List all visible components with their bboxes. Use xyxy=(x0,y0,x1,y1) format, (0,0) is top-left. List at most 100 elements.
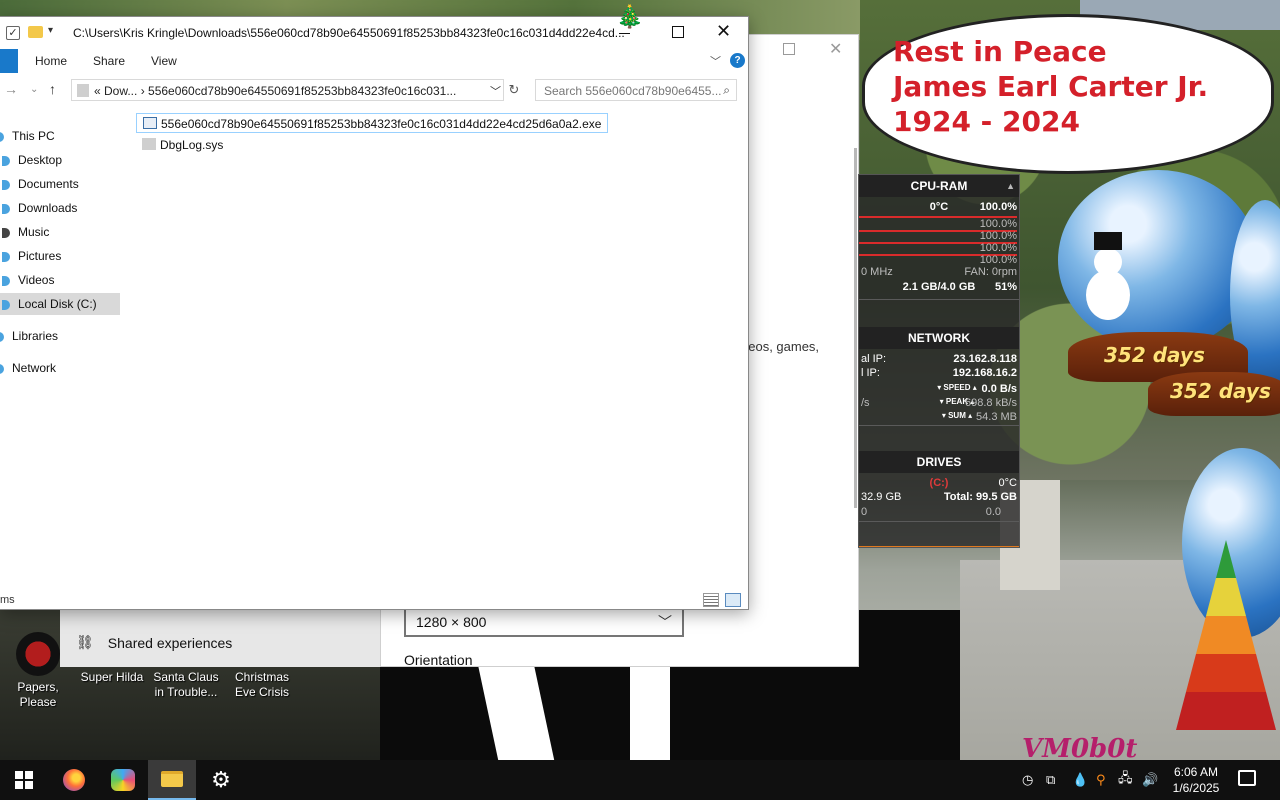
drive-io-read: 0 xyxy=(861,506,868,518)
volume-tray[interactable]: 🔊 xyxy=(1142,760,1160,800)
desktop-icon-super-hilda[interactable]: Super Hilda xyxy=(76,670,148,685)
taskbar-file-explorer[interactable] xyxy=(148,760,196,800)
sidebar-item-documents[interactable]: Documents xyxy=(0,173,120,195)
nav-shared-experiences[interactable]: ⛓ Shared experiences xyxy=(76,634,232,651)
downloads-icon xyxy=(2,203,10,214)
chevron-down-icon: ﹀ xyxy=(658,614,672,630)
desktop-icon-santa-claus[interactable]: Santa Claus in Trouble... xyxy=(150,670,222,700)
speaker-icon: 🔊 xyxy=(1142,772,1159,787)
close-icon[interactable]: ✕ xyxy=(829,39,842,59)
sidebar-item-desktop[interactable]: Desktop xyxy=(0,149,120,171)
tab-home[interactable]: Home xyxy=(35,54,67,68)
large-icons-view-button[interactable] xyxy=(725,593,741,607)
drive-graph xyxy=(859,521,1019,547)
days-counter: 352 days xyxy=(1170,379,1271,403)
up-arrow-icon[interactable]: ↑ xyxy=(49,81,56,97)
external-ip: 23.162.8.118 xyxy=(953,353,1017,365)
details-view-button[interactable] xyxy=(703,593,719,607)
pictures-icon xyxy=(2,251,10,262)
documents-icon xyxy=(2,179,10,190)
window-title: C:\Users\Kris Kringle\Downloads\556e060c… xyxy=(73,26,625,40)
drive-letter: (C:) xyxy=(929,477,949,489)
collapse-icon[interactable]: ▲ xyxy=(1006,181,1015,191)
location-icon xyxy=(77,84,89,97)
scrollbar[interactable] xyxy=(854,148,857,508)
folder-icon xyxy=(161,771,183,787)
network-tray[interactable]: 🖧 xyxy=(1118,760,1136,800)
refresh-icon[interactable]: ↻ xyxy=(505,79,523,101)
close-button[interactable]: ✕ xyxy=(716,21,731,41)
resolution-value: 1280 × 800 xyxy=(416,614,487,630)
sidebar-item-pictures[interactable]: Pictures xyxy=(0,245,120,267)
file-item-sys[interactable]: DbgLog.sys xyxy=(136,135,229,155)
drive-io: 0.0 xyxy=(985,506,1001,518)
exe-icon xyxy=(143,117,157,129)
recent-locations-icon[interactable]: ⌄ xyxy=(30,84,38,95)
memorial-line: James Earl Carter Jr. xyxy=(893,70,1209,103)
tab-view[interactable]: View xyxy=(151,54,177,68)
file-item-exe[interactable]: 556e060cd78b90e64550691f85253bb84323fe0c… xyxy=(136,113,609,133)
desktop-icon-christmas-eve-crisis[interactable]: Christmas Eve Crisis xyxy=(226,670,298,700)
app-icon xyxy=(111,769,135,791)
desktop-icon-label: Christmas Eve Crisis xyxy=(234,670,289,699)
search-input[interactable]: Search 556e060cd78b90e6455... ⌕ xyxy=(535,79,737,101)
navigation-pane: This PC Desktop Documents Downloads Musi… xyxy=(0,121,124,581)
taskbar-clock[interactable]: 6:06 AM 1/6/2025 xyxy=(1168,764,1224,796)
sidebar-item-libraries[interactable]: Libraries xyxy=(0,325,120,347)
orientation-label: Orientation xyxy=(404,652,473,668)
tray-icon[interactable]: ⧉ xyxy=(1046,760,1062,800)
tray-icon[interactable]: ◷ xyxy=(1022,760,1038,800)
tray-icon[interactable]: 💧 xyxy=(1072,760,1089,800)
sidebar-item-label: Libraries xyxy=(12,329,59,343)
notification-icon[interactable] xyxy=(1238,770,1256,786)
display-resolution-select[interactable]: 1280 × 800 ﹀ xyxy=(404,607,684,637)
navigation-bar: → ⌄ ↑ « Dow... › 556e060cd78b90e64550691… xyxy=(0,76,748,104)
sidebar-item-downloads[interactable]: Downloads xyxy=(0,197,120,219)
sidebar-item-local-disk[interactable]: Local Disk (C:) xyxy=(0,293,120,315)
taskbar-settings[interactable]: ⚙ xyxy=(197,760,245,800)
drives-header: DRIVES xyxy=(859,451,1019,473)
sidebar-item-music[interactable]: Music xyxy=(0,221,120,243)
drive-total: Total: 99.5 GB xyxy=(943,491,1017,503)
chevron-down-icon[interactable]: ﹀ xyxy=(490,83,501,99)
sidebar-item-network[interactable]: Network xyxy=(0,357,120,379)
process-icon: ⧉ xyxy=(1046,772,1056,787)
settings-description: deos, games, xyxy=(741,339,820,354)
file-tab[interactable] xyxy=(0,49,18,73)
drop-icon: 💧 xyxy=(1072,772,1089,787)
maximize-icon[interactable] xyxy=(783,43,795,55)
back-arrow-icon[interactable]: → xyxy=(4,81,18,97)
core-usage: 100.0% xyxy=(979,254,1017,266)
expand-ribbon-icon[interactable]: ﹀ xyxy=(710,53,721,69)
network-header: NETWORK xyxy=(859,327,1019,349)
sidebar-item-this-pc[interactable]: This PC xyxy=(0,125,120,147)
address-bar[interactable]: « Dow... › 556e060cd78b90e64550691f85253… xyxy=(71,79,504,101)
core-usage: 100.0% xyxy=(979,230,1017,242)
start-button[interactable] xyxy=(0,760,48,800)
external-ip-label: al IP: xyxy=(861,353,887,365)
network-graph xyxy=(859,425,1019,451)
internal-ip-label: l IP: xyxy=(861,367,880,379)
quick-access-dropdown-icon[interactable]: ▾ xyxy=(48,25,53,36)
folder-icon[interactable] xyxy=(28,26,43,38)
memorial-line: Rest in Peace xyxy=(893,35,1107,68)
taskbar-app[interactable] xyxy=(99,760,147,800)
sidebar-item-label: Local Disk (C:) xyxy=(18,297,97,311)
drive-free: 32.9 GB xyxy=(861,491,902,503)
help-icon[interactable]: ? xyxy=(730,53,745,68)
desktop-icon xyxy=(2,155,10,166)
item-count: ms xyxy=(0,594,15,606)
address-path: « Dow... › 556e060cd78b90e64550691f85253… xyxy=(94,84,457,98)
tab-share[interactable]: Share xyxy=(93,54,125,68)
drive-icon xyxy=(2,299,10,310)
maximize-button[interactable] xyxy=(672,26,684,38)
tray-icon[interactable]: ⚲ xyxy=(1096,760,1110,800)
sidebar-item-videos[interactable]: Videos xyxy=(0,269,120,291)
peak-unit: /s xyxy=(861,397,870,409)
properties-icon[interactable]: ✓ xyxy=(6,26,20,40)
sidebar-item-label: Documents xyxy=(18,177,79,191)
wallpaper-stripe xyxy=(630,664,670,760)
file-list: 556e060cd78b90e64550691f85253bb84323fe0c… xyxy=(136,113,736,583)
file-name: DbgLog.sys xyxy=(160,138,224,152)
taskbar-firefox[interactable] xyxy=(50,760,98,800)
